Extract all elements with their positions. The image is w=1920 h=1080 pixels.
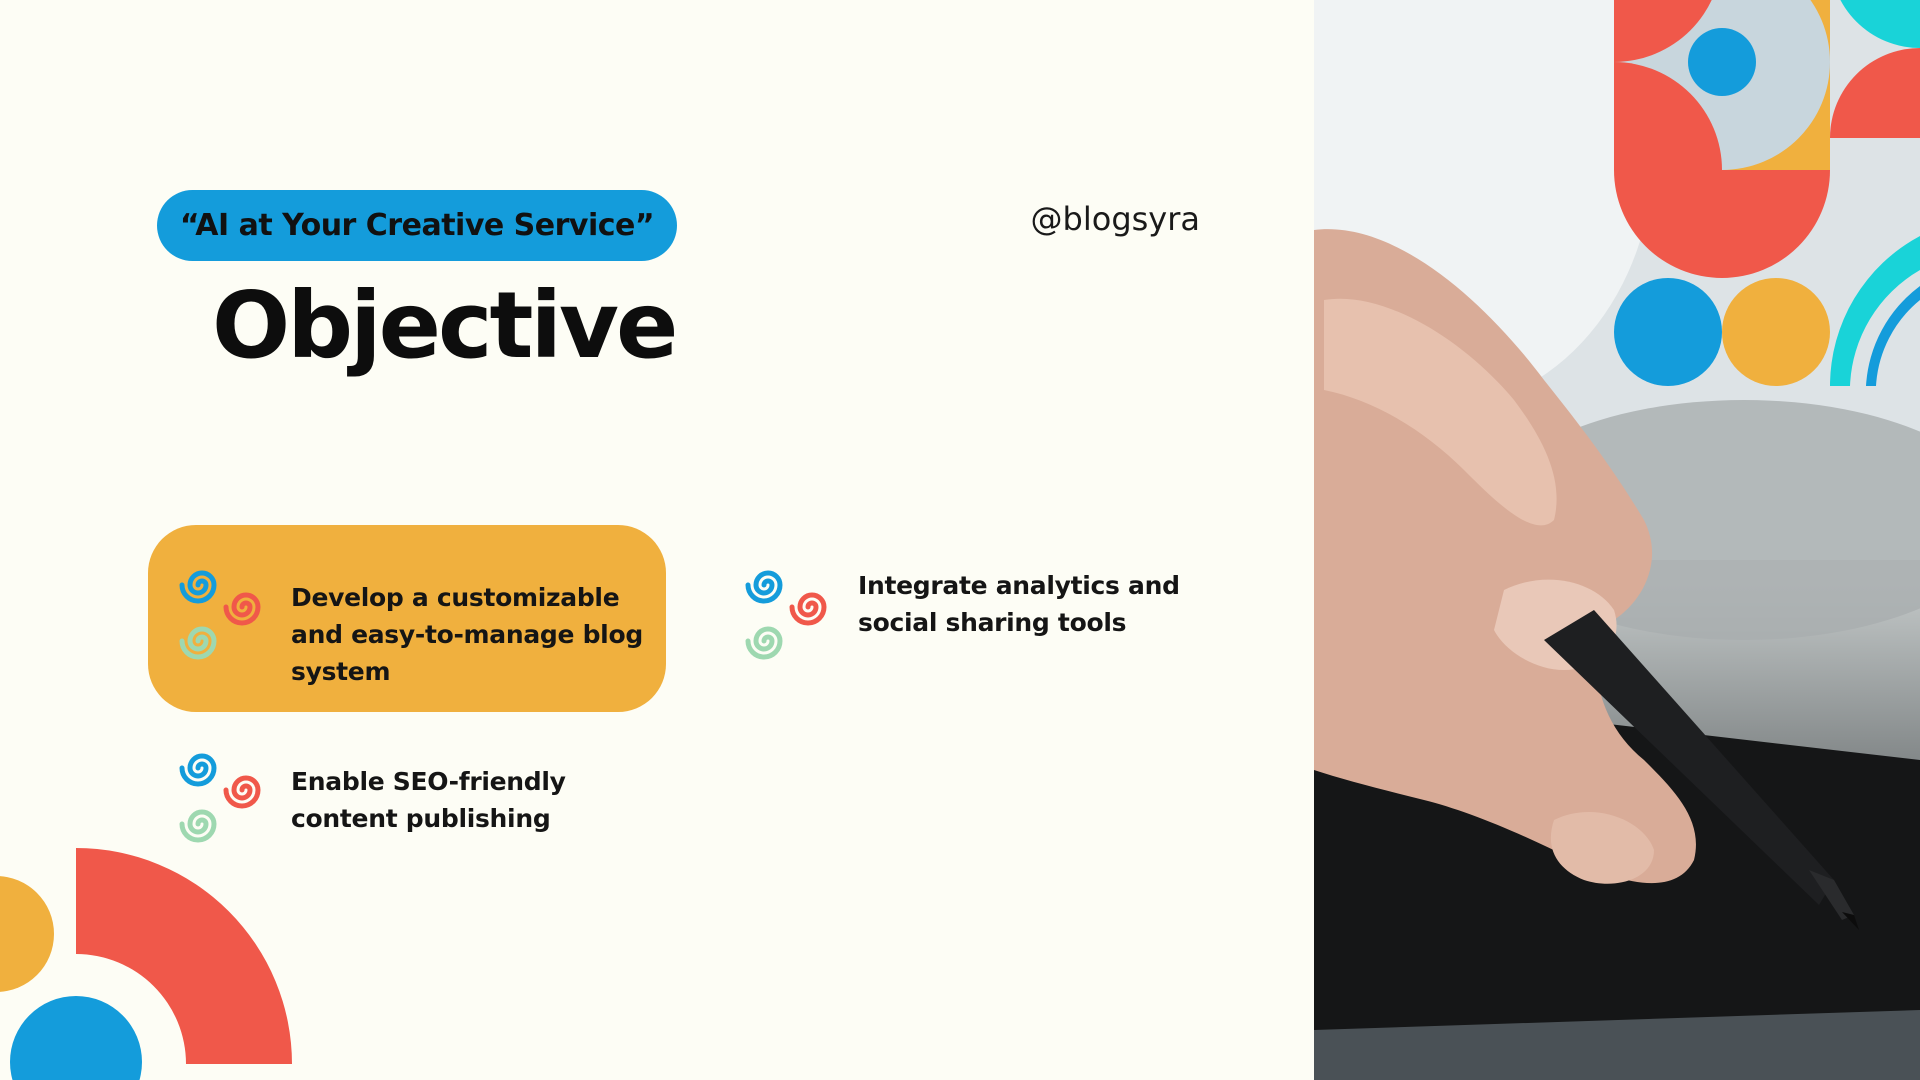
objective-line: and easy-to-manage blog	[291, 620, 643, 649]
orange-circle-shape	[0, 876, 54, 992]
objective-text: Enable SEO-friendly content publishing	[291, 763, 671, 837]
slide: “AI at Your Creative Service” @blogsyra …	[0, 0, 1920, 1080]
orange-circle-shape	[1722, 278, 1830, 386]
blue-dot-shape	[1688, 28, 1756, 96]
swirl-cluster-icon	[179, 753, 261, 843]
tagline-pill: “AI at Your Creative Service”	[157, 190, 677, 261]
objective-line: Develop a customizable	[291, 583, 620, 612]
objective-line: social sharing tools	[858, 608, 1127, 637]
swirl-cluster-icon	[745, 570, 827, 660]
coral-quarter-shape	[1830, 48, 1920, 138]
decorative-shapes-top-right	[1614, 0, 1920, 386]
objective-line: system	[291, 657, 391, 686]
coral-semicircle-shape	[1614, 170, 1830, 278]
objective-text: Develop a customizable and easy-to-manag…	[291, 579, 671, 690]
blue-circle-shape	[10, 996, 142, 1080]
blue-circle-shape	[1614, 278, 1722, 386]
slide-title: Objective	[212, 272, 678, 379]
teal-quarter-shape	[1840, 0, 1920, 48]
objective-line: Enable SEO-friendly	[291, 767, 566, 796]
swirl-cluster-icon	[179, 570, 261, 660]
objective-line: content publishing	[291, 804, 551, 833]
objective-line: Integrate analytics and	[858, 571, 1180, 600]
social-handle: @blogsyra	[1030, 200, 1200, 238]
objective-text: Integrate analytics and social sharing t…	[858, 567, 1238, 641]
decorative-shapes-bottom-left	[0, 848, 292, 1080]
tagline-text: “AI at Your Creative Service”	[179, 208, 655, 243]
